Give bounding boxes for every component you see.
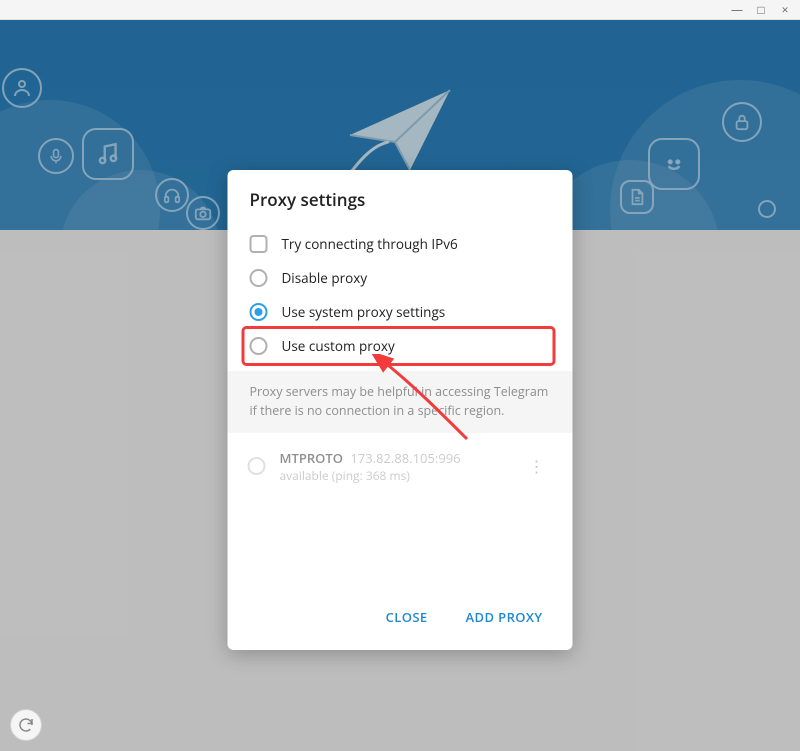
proxy-status: available (ping: 368 ms) bbox=[280, 467, 507, 484]
add-proxy-button[interactable]: ADD PROXY bbox=[454, 602, 555, 632]
proxy-item[interactable]: MTPROTO 173.82.88.105:996 available (pin… bbox=[248, 449, 553, 484]
refresh-icon bbox=[17, 716, 35, 734]
proxy-list: MTPROTO 173.82.88.105:996 available (pin… bbox=[228, 433, 573, 589]
dialog-footer: CLOSE ADD PROXY bbox=[228, 588, 573, 650]
proxy-hint: Proxy servers may be helpful in accessin… bbox=[228, 371, 573, 433]
close-button[interactable]: CLOSE bbox=[374, 602, 440, 632]
proxy-options: Try connecting through IPv6 Disable prox… bbox=[228, 223, 573, 371]
radio-icon bbox=[250, 337, 268, 355]
window-close-button[interactable]: × bbox=[778, 1, 792, 18]
radio-icon bbox=[250, 269, 268, 287]
kebab-menu-icon[interactable]: ⋮ bbox=[521, 451, 553, 481]
checkbox-icon bbox=[250, 235, 268, 253]
proxy-address: 173.82.88.105:996 bbox=[350, 449, 460, 467]
option-label: Disable proxy bbox=[282, 269, 368, 287]
app-root: Proxy settings Try connecting through IP… bbox=[0, 20, 800, 751]
option-system-proxy[interactable]: Use system proxy settings bbox=[248, 295, 553, 329]
dialog-title: Proxy settings bbox=[228, 170, 573, 223]
option-custom-proxy[interactable]: Use custom proxy bbox=[245, 329, 553, 363]
proxy-protocol: MTPROTO bbox=[280, 449, 343, 467]
radio-icon bbox=[250, 303, 268, 321]
window-maximize-button[interactable]: □ bbox=[754, 1, 768, 18]
option-ipv6[interactable]: Try connecting through IPv6 bbox=[248, 227, 553, 261]
option-label: Use system proxy settings bbox=[282, 303, 446, 321]
update-button[interactable] bbox=[10, 709, 42, 741]
radio-icon bbox=[248, 457, 266, 475]
window-titlebar: — □ × bbox=[0, 0, 800, 20]
window-minimize-button[interactable]: — bbox=[730, 1, 744, 18]
option-label: Try connecting through IPv6 bbox=[282, 235, 458, 253]
option-disable-proxy[interactable]: Disable proxy bbox=[248, 261, 553, 295]
option-label: Use custom proxy bbox=[282, 337, 395, 355]
proxy-item-text: MTPROTO 173.82.88.105:996 available (pin… bbox=[280, 449, 507, 484]
proxy-settings-dialog: Proxy settings Try connecting through IP… bbox=[228, 170, 573, 650]
